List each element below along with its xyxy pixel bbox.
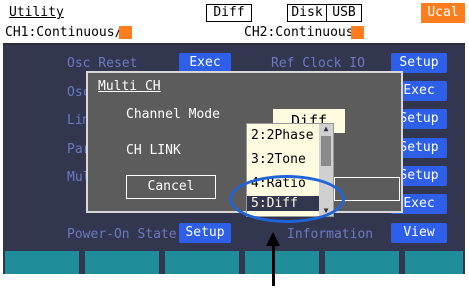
menu-power-on-state: Power-On State	[67, 227, 177, 242]
scroll-thumb[interactable]	[321, 136, 331, 166]
dropdown-option[interactable]: 3:2Tone	[251, 152, 306, 167]
channel-mode-label: Channel Mode	[126, 107, 220, 122]
highlight-ellipse	[229, 175, 345, 223]
page-title: Utility	[9, 5, 64, 20]
ref-clock-setup-button[interactable]: Setup	[391, 53, 447, 73]
channel-status-bar: CH1:Continuous/ CH2:Continuous/	[3, 23, 465, 45]
softkey-4[interactable]	[245, 251, 319, 274]
ucal-indicator: Ucal	[421, 3, 465, 23]
menu-ref-clock-io: Ref Clock IO	[271, 56, 365, 71]
scroll-up-icon[interactable]: ▲	[321, 125, 331, 133]
softkey-1[interactable]	[5, 251, 79, 274]
ch1-output-indicator	[119, 26, 132, 39]
pointer-arrow-icon	[266, 232, 280, 246]
information-view-button[interactable]: View	[391, 223, 447, 243]
diff-indicator: Diff	[206, 4, 252, 22]
instrument-screen: Utility Diff Disk USB Ucal CH1:Continuou…	[3, 3, 465, 274]
usb-indicator: USB	[326, 4, 362, 22]
cancel-button[interactable]: Cancel	[126, 175, 216, 199]
header-bar: Utility Diff Disk USB Ucal	[3, 3, 465, 23]
osc-reset-exec-button[interactable]: Exec	[179, 53, 231, 73]
dropdown-option[interactable]: 2:2Phase	[251, 128, 314, 143]
power-on-setup-button[interactable]: Setup	[179, 223, 231, 243]
dialog-title: Multi CH	[98, 79, 161, 94]
ch2-output-indicator	[351, 26, 364, 39]
ch-link-label: CH LINK	[126, 143, 181, 158]
softkey-5[interactable]	[325, 251, 399, 274]
softkey-6[interactable]	[405, 251, 463, 274]
ch2-status: CH2:Continuous/	[244, 25, 362, 40]
disk-indicator: Disk	[287, 4, 327, 22]
softkey-3[interactable]	[165, 251, 239, 274]
softkey-2[interactable]	[85, 251, 159, 274]
ch1-status: CH1:Continuous/	[5, 25, 123, 40]
menu-information: Information	[287, 227, 374, 242]
menu-osc-reset: Osc Reset	[67, 56, 138, 71]
